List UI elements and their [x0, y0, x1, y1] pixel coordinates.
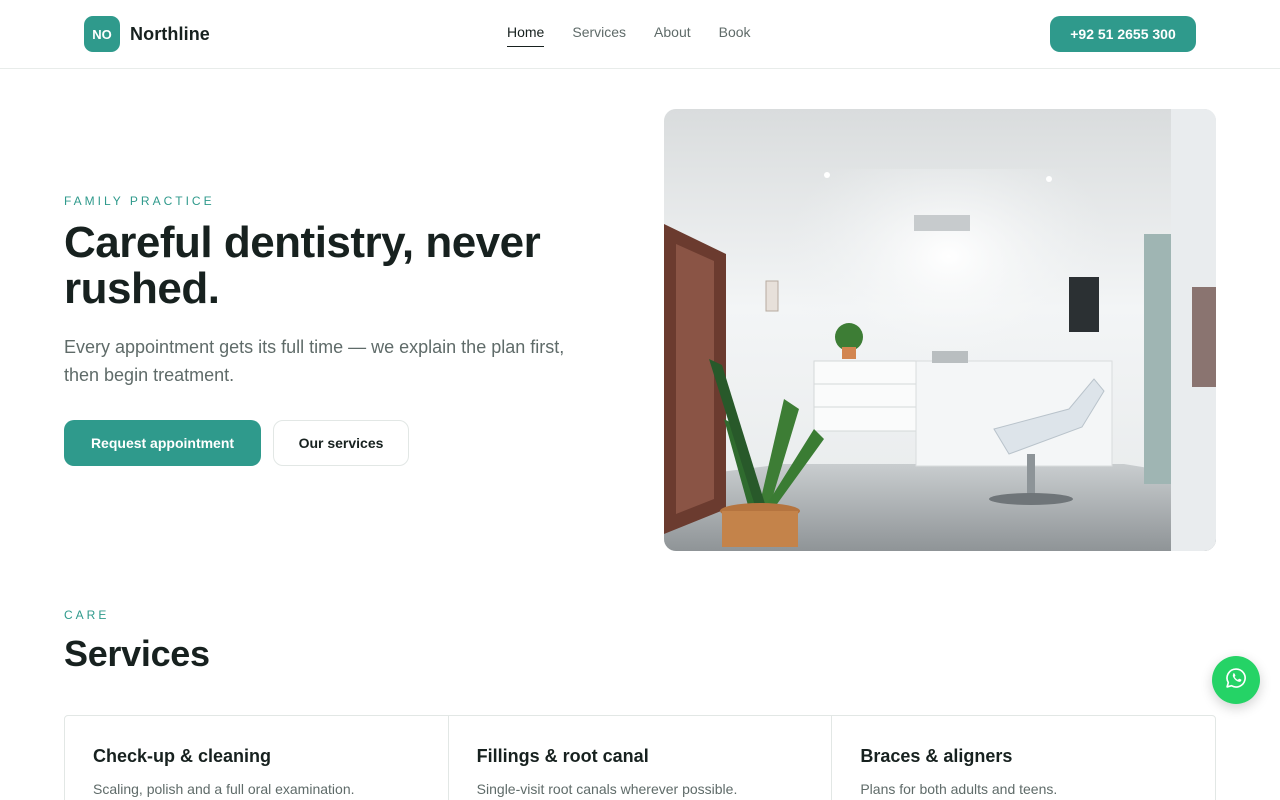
services-grid: Check-up & cleaning Scaling, polish and … [64, 715, 1216, 800]
nav-item-book[interactable]: Book [719, 24, 751, 47]
service-card-title: Fillings & root canal [476, 746, 649, 766]
service-card-description: Scaling, polish and a full oral examinat… [93, 781, 355, 797]
hero-subtitle: Every appointment gets its full time — w… [64, 337, 565, 385]
main-nav: Home Services About Book [507, 24, 751, 47]
hero-eyebrow: FAMILY PRACTICE [64, 194, 215, 208]
brand-name: Northline [130, 23, 210, 44]
nav-item-services[interactable]: Services [572, 24, 626, 47]
service-card[interactable]: Fillings & root canal Single-visit root … [449, 716, 833, 800]
whatsapp-button[interactable] [1212, 656, 1260, 704]
services-eyebrow: CARE [64, 608, 110, 622]
service-card[interactable]: Braces & aligners Plans for both adults … [832, 716, 1215, 800]
logo-mark: NO [84, 16, 120, 52]
services-title: Services [64, 633, 210, 674]
phone-button[interactable]: +92 51 2655 300 [1050, 16, 1196, 52]
clinic-photo [664, 109, 1216, 551]
site-header: NO Northline Home Services About Book +9… [0, 0, 1280, 69]
request-appointment-button[interactable]: Request appointment [64, 420, 261, 466]
nav-item-home[interactable]: Home [507, 24, 545, 47]
whatsapp-icon [1225, 667, 1247, 694]
service-card-description: Single-visit root canals wherever possib… [476, 781, 738, 797]
service-card-title: Braces & aligners [860, 746, 1013, 766]
service-card[interactable]: Check-up & cleaning Scaling, polish and … [65, 716, 449, 800]
brand-logo[interactable]: NO Northline [84, 16, 210, 52]
hero-title: Careful dentistry, never rushed. [64, 218, 541, 313]
our-services-button[interactable]: Our services [273, 420, 409, 466]
service-card-description: Plans for both adults and teens. [860, 781, 1058, 797]
nav-item-about[interactable]: About [654, 24, 691, 47]
service-card-title: Check-up & cleaning [93, 746, 272, 766]
